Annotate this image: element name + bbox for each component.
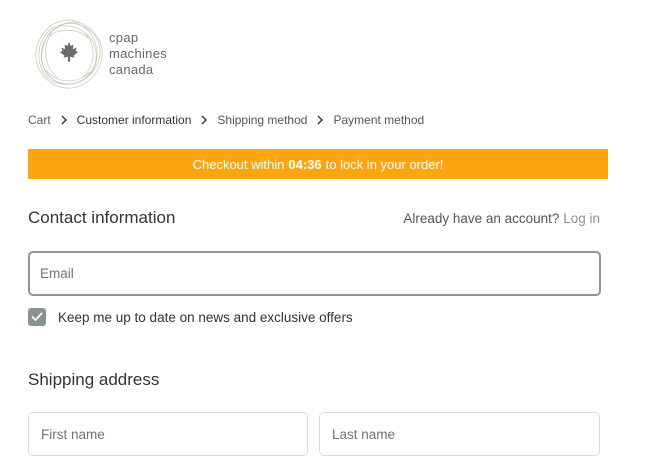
contact-information-heading: Contact information <box>28 208 176 227</box>
marketing-checkbox-label: Keep me up to date on news and exclusive… <box>58 309 353 325</box>
breadcrumb-customer-information: Customer information <box>76 113 192 127</box>
checkout-page: cpap machines canada Cart Customer infor… <box>0 0 655 468</box>
email-field[interactable] <box>28 251 601 296</box>
maple-leaf-logo-icon <box>35 19 103 89</box>
marketing-opt-in[interactable]: Keep me up to date on news and exclusive… <box>28 308 353 326</box>
logo-line-2: machines <box>109 46 168 61</box>
account-prompt-text: Already have an account? <box>403 211 560 226</box>
banner-prefix: Checkout within <box>192 156 285 172</box>
breadcrumb-shipping-method: Shipping method <box>217 113 308 127</box>
banner-suffix: to lock in your order! <box>325 156 444 172</box>
first-name-field[interactable] <box>28 412 308 456</box>
logo-line-3: canada <box>109 62 154 77</box>
checkout-timer-banner: Checkout within 04:36 to lock in your or… <box>28 149 608 179</box>
store-logo[interactable]: cpap machines canada <box>30 16 200 94</box>
checkmark-icon <box>31 312 43 321</box>
marketing-checkbox[interactable] <box>28 308 46 326</box>
last-name-field[interactable] <box>319 412 600 456</box>
chevron-right-icon <box>57 115 71 125</box>
breadcrumb: Cart Customer information Shipping metho… <box>28 113 424 127</box>
chevron-right-icon <box>197 115 211 125</box>
login-prompt: Already have an account? Log in <box>403 211 600 226</box>
shipping-address-heading: Shipping address <box>28 370 160 389</box>
logo-wordmark: cpap machines canada <box>109 30 167 78</box>
chevron-right-icon <box>313 115 327 125</box>
breadcrumb-cart[interactable]: Cart <box>28 113 51 127</box>
logo-line-1: cpap <box>109 30 139 45</box>
countdown-timer: 04:36 <box>288 156 322 172</box>
log-in-link[interactable]: Log in <box>563 211 600 226</box>
breadcrumb-payment-method: Payment method <box>333 113 425 127</box>
